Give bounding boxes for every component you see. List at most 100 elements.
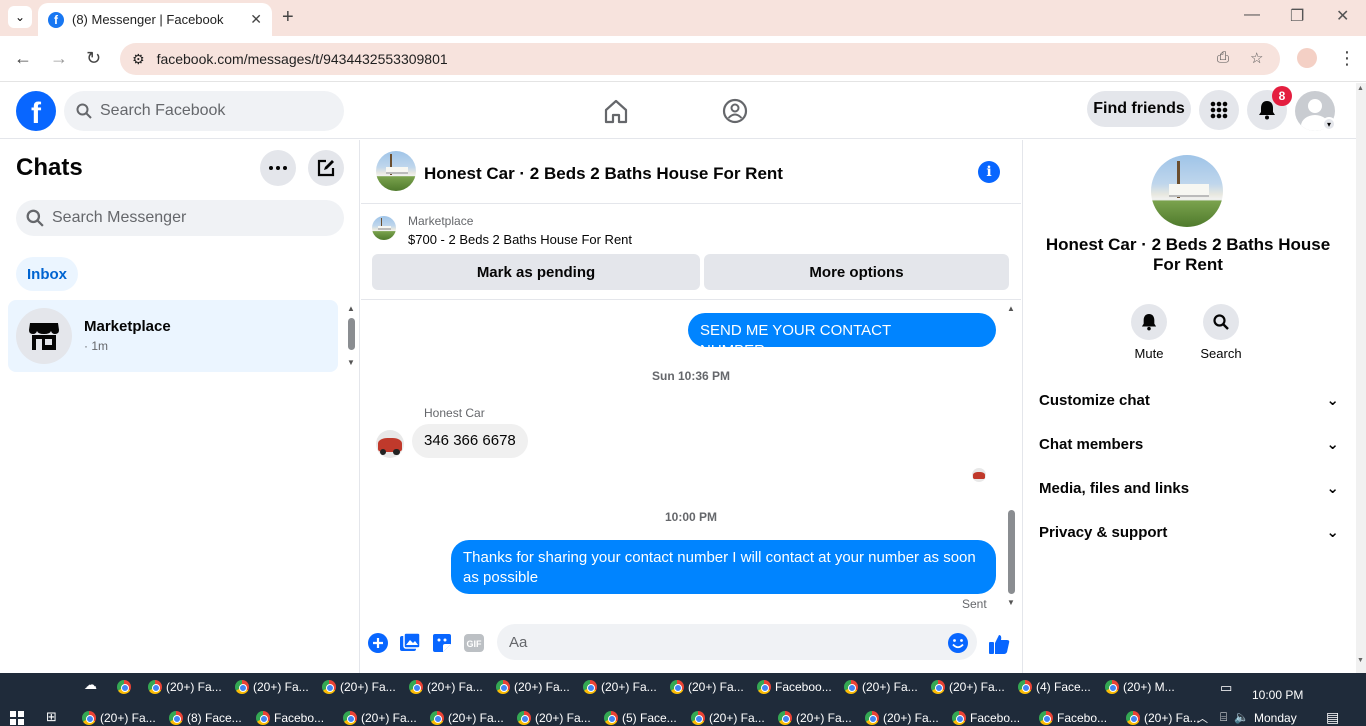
browser-tab-messenger[interactable]: f (8) Messenger | Facebook ✕ (38, 3, 272, 36)
taskbar-window-item[interactable]: (20+) Fa... (583, 676, 657, 698)
scroll-up-arrow-icon[interactable]: ▲ (1357, 85, 1364, 92)
facebook-search-input[interactable] (100, 102, 320, 120)
thumbs-up-icon[interactable] (987, 632, 1011, 656)
site-settings-icon[interactable]: ⚙ (132, 51, 145, 68)
facebook-logo-icon[interactable]: f (16, 91, 56, 131)
taskbar-window-item[interactable]: (20+) Fa... (1126, 707, 1200, 726)
scroll-up-arrow-icon[interactable]: ▲ (347, 304, 355, 313)
taskbar-window-item[interactable]: (20+) Fa... (670, 676, 744, 698)
chrome-pinned-icon[interactable] (117, 680, 135, 697)
scrollbar-thumb[interactable] (348, 318, 355, 350)
home-icon[interactable] (602, 97, 630, 125)
taskbar-window-item[interactable]: (20+) Fa... (322, 676, 396, 698)
scroll-down-arrow-icon[interactable]: ▼ (1357, 657, 1364, 664)
taskbar-day[interactable]: Monday (1254, 711, 1297, 725)
page-scrollbar[interactable]: ▲ ▼ (1356, 83, 1366, 673)
info-icon[interactable]: i (978, 161, 1000, 183)
taskbar-window-item[interactable]: (20+) Fa... (235, 676, 309, 698)
browser-profile-icon[interactable] (1297, 48, 1317, 68)
reload-icon[interactable]: ↻ (86, 48, 101, 69)
message-bubble-outgoing[interactable]: SEND ME YOUR CONTACT NUMBER............. (688, 313, 996, 359)
close-tab-icon[interactable]: ✕ (250, 11, 262, 28)
message-bubble-incoming[interactable]: 346 366 6678 (412, 424, 528, 458)
back-arrow-icon[interactable]: ← (14, 48, 32, 69)
chats-scrollbar[interactable]: ▲ ▼ (346, 304, 356, 370)
taskbar-window-item[interactable]: (20+) Fa... (931, 676, 1005, 698)
messenger-search-input[interactable] (52, 209, 272, 227)
taskbar-window-item[interactable]: Facebo... (952, 707, 1020, 726)
tab-search-chevron-icon[interactable]: ⌄ (8, 6, 32, 28)
taskbar-window-item[interactable]: (20+) M... (1105, 676, 1175, 698)
close-window-icon[interactable]: ✕ (1336, 6, 1349, 26)
new-message-button[interactable] (308, 150, 344, 186)
network-icon[interactable]: ⌸ (1220, 710, 1227, 725)
taskbar-window-item[interactable]: Facebo... (1039, 707, 1107, 726)
mark-as-pending-button[interactable]: Mark as pending (372, 254, 700, 290)
restore-icon[interactable]: ❐ (1290, 6, 1304, 26)
taskbar-window-item[interactable]: (20+) Fa... (691, 707, 765, 726)
taskbar-window-item[interactable]: (20+) Fa... (517, 707, 591, 726)
app-icon[interactable]: ☁ (84, 677, 97, 693)
privacy-support-section[interactable]: Privacy & support ⌄ (1039, 512, 1339, 552)
add-plus-icon[interactable] (367, 632, 389, 654)
message-input-box[interactable] (497, 624, 977, 660)
photo-icon[interactable] (399, 632, 421, 654)
new-tab-plus-icon[interactable]: + (282, 6, 294, 29)
groups-icon[interactable] (721, 97, 749, 125)
browser-menu-icon[interactable]: ⋮ (1338, 48, 1356, 69)
facebook-search[interactable] (64, 91, 344, 131)
address-bar[interactable]: ⚙ facebook.com/messages/t/94344325533098… (120, 43, 1280, 75)
scroll-up-arrow-icon[interactable]: ▲ (1007, 304, 1015, 313)
messenger-search[interactable] (16, 200, 344, 236)
chevron-down-icon[interactable]: ▾ (1322, 117, 1336, 131)
chat-members-section[interactable]: Chat members ⌄ (1039, 424, 1339, 464)
media-files-links-section[interactable]: Media, files and links ⌄ (1039, 468, 1339, 508)
taskbar-window-item[interactable]: (20+) Fa... (778, 707, 852, 726)
scroll-down-arrow-icon[interactable]: ▼ (347, 358, 355, 367)
conversation-title[interactable]: Honest Car · 2 Beds 2 Baths House For Re… (424, 164, 783, 184)
taskbar-window-item[interactable]: (20+) Fa... (496, 676, 570, 698)
sticker-icon[interactable] (431, 632, 453, 654)
taskbar-window-item[interactable]: (4) Face... (1018, 676, 1091, 698)
gif-icon[interactable]: GIF (463, 632, 485, 654)
notification-center-icon[interactable]: ▤ (1326, 709, 1339, 726)
scroll-down-arrow-icon[interactable]: ▼ (1007, 598, 1015, 607)
messages-scrollbar[interactable]: ▲ ▼ (1006, 304, 1016, 610)
taskbar-window-item[interactable]: (20+) Fa... (409, 676, 483, 698)
listing-thumbnail[interactable] (372, 216, 396, 240)
taskbar-window-item[interactable]: (20+) Fa... (430, 707, 504, 726)
bookmark-star-icon[interactable]: ☆ (1250, 49, 1263, 67)
menu-grid-button[interactable] (1199, 90, 1239, 130)
volume-icon[interactable]: 🔈 (1234, 710, 1249, 724)
taskbar-window-item[interactable]: (8) Face... (169, 707, 242, 726)
task-view-icon[interactable]: ⊞ (46, 709, 57, 725)
message-bubble-outgoing[interactable]: Thanks for sharing your contact number I… (451, 540, 996, 594)
search-in-conversation-button[interactable]: Search (1191, 304, 1251, 361)
more-options-button[interactable]: More options (704, 254, 1009, 290)
profile-photo[interactable] (1151, 155, 1223, 227)
taskbar-window-item[interactable]: (20+) Fa... (148, 676, 222, 698)
listing-price-title[interactable]: $700 - 2 Beds 2 Baths House For Rent (408, 232, 632, 247)
windows-start-icon[interactable] (10, 711, 24, 725)
install-app-icon[interactable]: ⎙ (1217, 49, 1229, 66)
sender-avatar[interactable] (376, 430, 404, 458)
taskbar-clock[interactable]: 10:00 PM (1252, 688, 1303, 702)
taskbar-window-item[interactable]: (5) Face... (604, 707, 677, 726)
mute-button[interactable]: Mute (1119, 304, 1179, 361)
customize-chat-section[interactable]: Customize chat ⌄ (1039, 380, 1339, 420)
minimize-icon[interactable]: — (1244, 6, 1260, 24)
listing-avatar[interactable] (376, 151, 416, 191)
message-input[interactable] (509, 633, 929, 651)
taskbar-window-item[interactable]: Facebo... (256, 707, 324, 726)
find-friends-button[interactable]: Find friends (1087, 91, 1191, 127)
taskbar-window-item[interactable]: (20+) Fa... (82, 707, 156, 726)
tray-chevron-up-icon[interactable]: ︿ (1197, 710, 1208, 726)
taskbar-window-item[interactable]: Faceboo... (757, 676, 832, 698)
more-options-button[interactable] (260, 150, 296, 186)
taskbar-window-item[interactable]: (20+) Fa... (865, 707, 939, 726)
scrollbar-thumb[interactable] (1008, 510, 1015, 594)
display-tray-icon[interactable]: ▭ (1220, 680, 1232, 696)
forward-arrow-icon[interactable]: → (50, 48, 68, 69)
taskbar-window-item[interactable]: (20+) Fa... (343, 707, 417, 726)
emoji-icon[interactable] (947, 632, 969, 654)
